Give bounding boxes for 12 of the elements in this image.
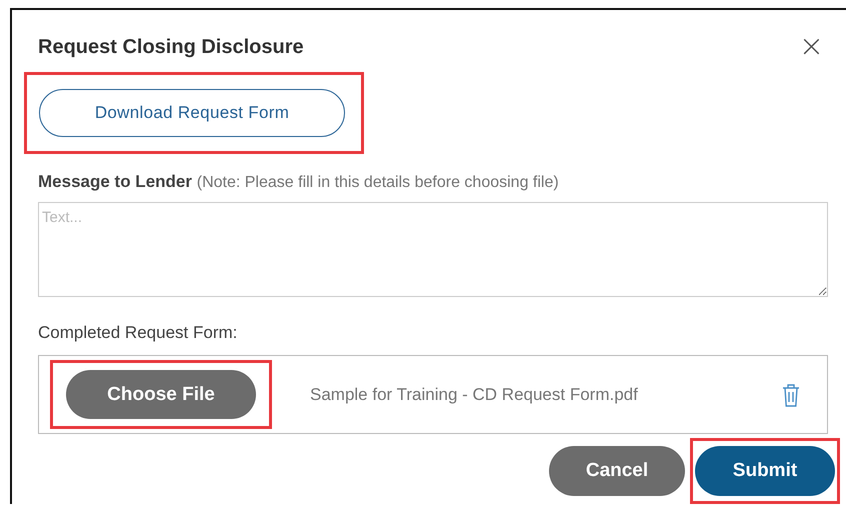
upload-label: Completed Request Form: — [38, 323, 238, 344]
submit-button[interactable]: Submit — [695, 446, 835, 496]
file-name: Sample for Training - CD Request Form.pdf — [310, 384, 639, 406]
download-button[interactable]: Download Request Form — [39, 89, 345, 137]
trash-icon[interactable] — [781, 382, 801, 408]
dialog-title: Request Closing Disclosure — [38, 36, 304, 58]
message-field[interactable]: Text... — [38, 202, 828, 298]
message-note: (Note: Please fill in this details before choosing file) — [196, 174, 559, 191]
message-label: Message to Lender — [38, 172, 192, 191]
choose-file-button[interactable]: Choose File — [66, 370, 256, 420]
cancel-button[interactable]: Cancel — [549, 446, 685, 496]
close-button[interactable]: × — [792, 32, 830, 62]
